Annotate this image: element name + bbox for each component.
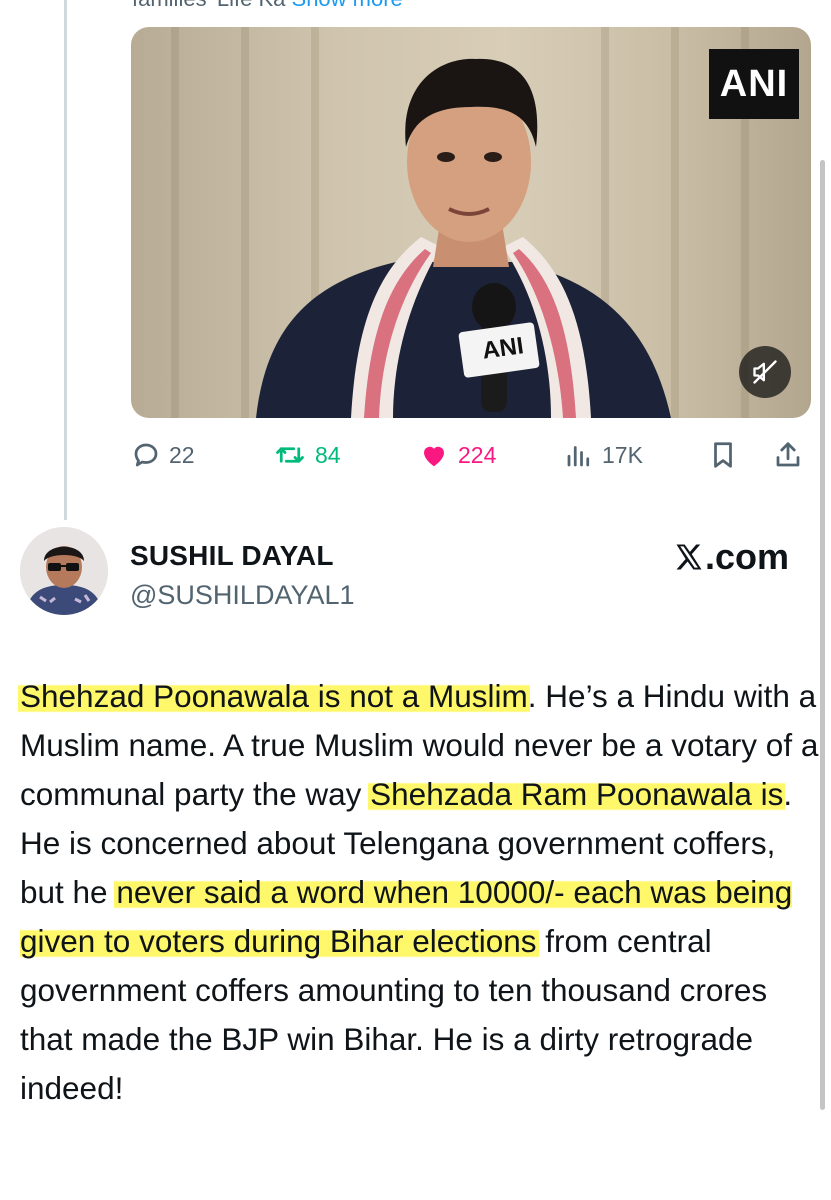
share-upload-icon	[776, 442, 800, 467]
views-button[interactable]: 17K	[564, 432, 643, 478]
heart-filled-icon	[424, 446, 444, 467]
like-button[interactable]: 224	[418, 432, 496, 478]
reply-icon	[134, 443, 158, 467]
like-count: 224	[458, 441, 497, 468]
reply-button[interactable]: 22	[131, 432, 195, 478]
bookmark-icon	[714, 442, 732, 468]
post-body-text: Shehzad Poonawala is not a Muslim. He’s …	[18, 672, 820, 1113]
repost-button[interactable]: 84	[273, 432, 341, 478]
highlighted-phrase: Shehzada Ram Poonawala is	[368, 776, 786, 812]
avatar-photo	[20, 527, 108, 615]
video-player[interactable]: ANI ANI	[131, 27, 811, 418]
views-bar-chart-icon	[567, 446, 590, 467]
x-logo-icon	[676, 544, 702, 570]
show-more-link[interactable]: Show more	[292, 0, 403, 11]
thread-connector-line	[64, 0, 67, 520]
avatar[interactable]	[20, 527, 108, 615]
x-com-label: .com	[674, 536, 789, 578]
site-domain-text: .com	[704, 536, 789, 577]
repost-count: 84	[315, 441, 341, 468]
previous-post-text: families' Life Ka Show more	[132, 0, 403, 12]
reply-count: 22	[169, 441, 195, 468]
post-action-bar: 22 84 224 17K	[131, 432, 811, 478]
share-button[interactable]	[773, 432, 803, 478]
scrollbar[interactable]	[820, 160, 825, 1110]
mute-toggle-button[interactable]	[739, 346, 791, 398]
previous-post-clipped-text: families' Life Ka	[132, 0, 285, 11]
repost-icon	[276, 447, 304, 463]
author-handle[interactable]: @SUSHILDAYAL1	[130, 580, 355, 611]
bookmark-button[interactable]	[708, 432, 738, 478]
highlighted-phrase: Shehzad Poonawala is not a Muslim	[18, 678, 530, 714]
views-count: 17K	[602, 441, 643, 468]
author-display-name[interactable]: SUSHIL DAYAL	[130, 540, 334, 572]
speaker-muted-icon	[753, 360, 777, 384]
ani-watermark: ANI	[709, 49, 799, 119]
